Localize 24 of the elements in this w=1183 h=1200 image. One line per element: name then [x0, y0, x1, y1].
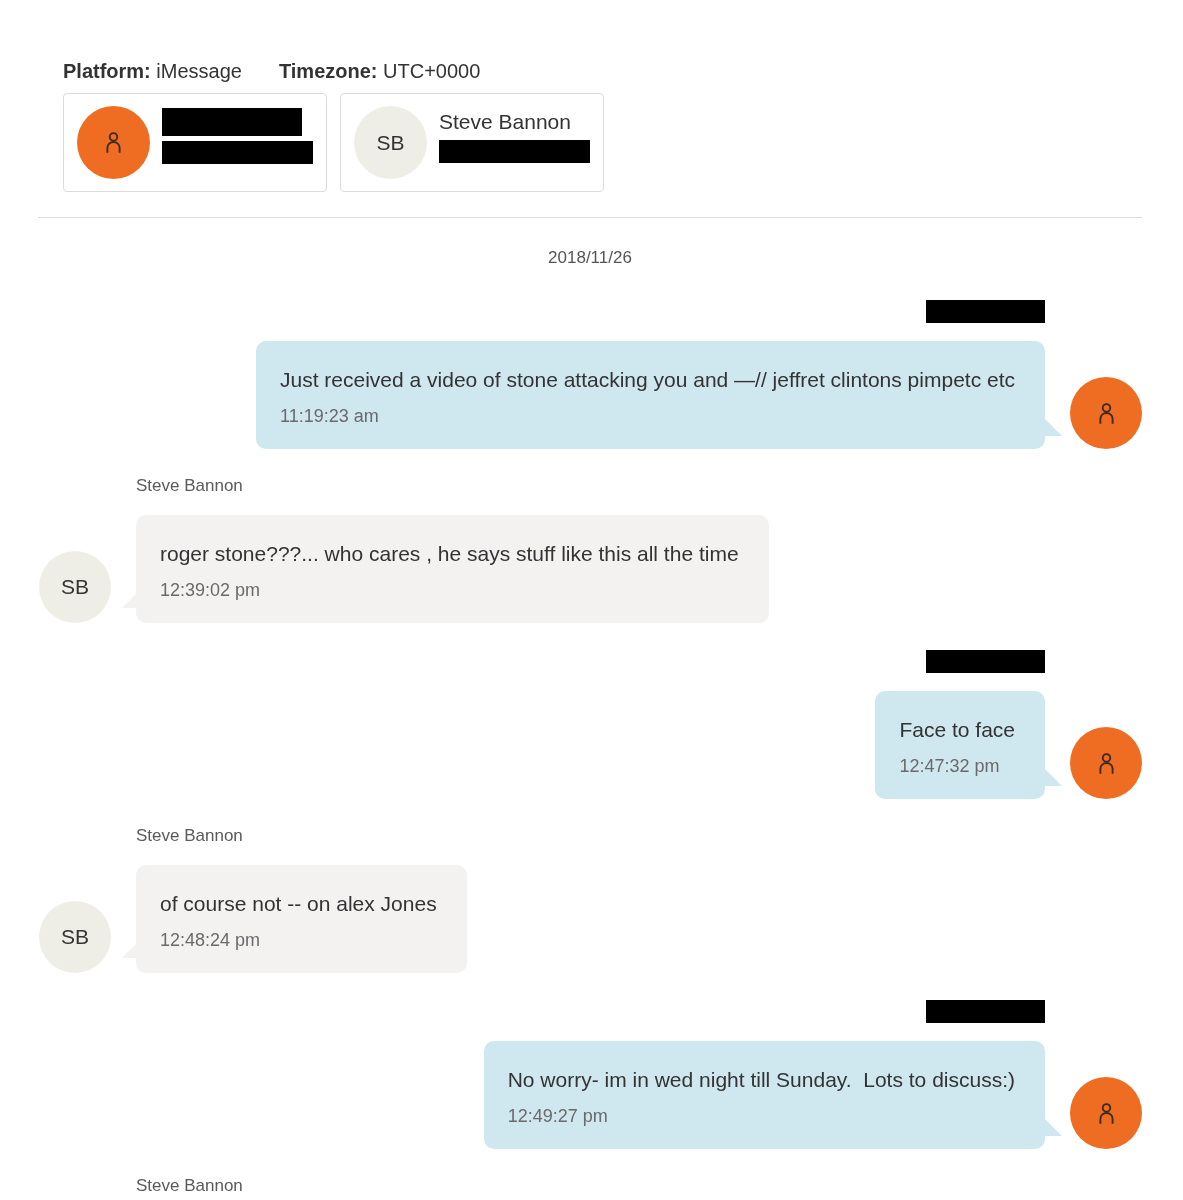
participant-name: Steve Bannon [439, 108, 572, 135]
initials-avatar: SB [39, 551, 111, 623]
person-icon [1098, 752, 1114, 774]
message-time: 11:19:23 am [280, 405, 380, 428]
initials-avatar: SB [39, 901, 111, 973]
sender-name: Steve Bannon [136, 1176, 243, 1196]
person-icon [1098, 402, 1114, 424]
message-text: of course not -- on alex Jones [160, 891, 437, 917]
info-text: Platform: iMessage [63, 59, 242, 84]
info-text: Timezone: UTC+0000 [278, 59, 481, 84]
message-time: 12:39:02 pm [160, 579, 262, 602]
message-text: Just received a video of stone attacking you and —// jeffret clintons pimpetc etc [280, 367, 1015, 393]
initials-avatar: SB [354, 106, 427, 179]
person-icon [1098, 1102, 1114, 1124]
message-text: roger stone???... who cares , he says stuff like this all the time [160, 541, 739, 567]
message-text: No worry- im in wed night till Sunday. Lots to discuss:) [507, 1067, 1015, 1093]
sender-name: Steve Bannon [136, 826, 243, 846]
message-time: 12:49:27 pm [507, 1105, 609, 1128]
message-time: 12:47:32 pm [899, 755, 1001, 778]
date-label: 2018/11/26 [547, 247, 633, 269]
message-time: 12:48:24 pm [160, 929, 262, 952]
person-icon [106, 132, 121, 153]
sender-name: Steve Bannon [136, 476, 243, 496]
message-text: Face to face [899, 717, 1015, 743]
